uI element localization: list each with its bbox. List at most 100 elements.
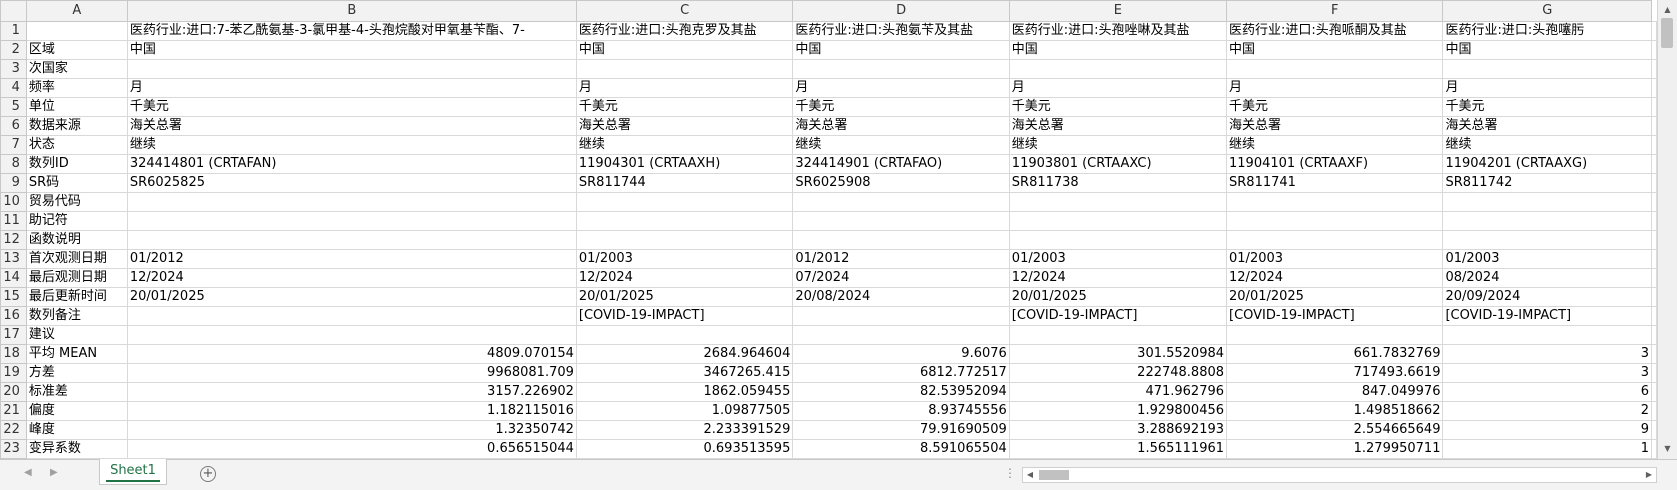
cell-f[interactable]: 中国: [1226, 40, 1444, 60]
cell-e[interactable]: 1.565111961: [1008, 439, 1228, 459]
cell-c[interactable]: [COVID-19-IMPACT]: [575, 306, 794, 326]
row-header[interactable]: 12: [0, 230, 27, 250]
cell-e[interactable]: [1008, 230, 1228, 250]
cell-c[interactable]: 1862.059455: [575, 382, 794, 402]
cell-a-label[interactable]: 次国家: [25, 59, 128, 79]
horizontal-scroll-thumb[interactable]: [1039, 470, 1069, 480]
column-header-a[interactable]: A: [25, 0, 128, 22]
cell-h[interactable]: [1651, 287, 1657, 307]
cell-d[interactable]: 9.6076: [792, 344, 1010, 364]
cell-h[interactable]: [1651, 173, 1657, 193]
cell-c[interactable]: 01/2003: [575, 249, 794, 269]
cell-f[interactable]: SR811741: [1226, 173, 1444, 193]
cell-f[interactable]: 1.279950711: [1226, 439, 1444, 459]
cell-e[interactable]: [1008, 59, 1228, 79]
row-header[interactable]: 15: [0, 287, 27, 307]
cell-b[interactable]: 1.32350742: [126, 420, 577, 440]
cell-g[interactable]: 08/2024: [1442, 268, 1652, 288]
cell-a-label[interactable]: 标准差: [25, 382, 128, 402]
row-header[interactable]: 17: [0, 325, 27, 345]
cell-g[interactable]: [1442, 192, 1652, 212]
cell-f[interactable]: [1226, 325, 1444, 345]
cell-h[interactable]: [1651, 344, 1657, 364]
cell-b[interactable]: [126, 230, 577, 250]
cell-d[interactable]: 82.53952094: [792, 382, 1010, 402]
cell-d[interactable]: [792, 306, 1010, 326]
cell-g[interactable]: 9: [1442, 420, 1652, 440]
cell-b[interactable]: 324414801 (CRTAFAN): [126, 154, 577, 174]
cell-c[interactable]: 11904301 (CRTAAXH): [575, 154, 794, 174]
scroll-down-arrow-icon[interactable]: ▼: [1658, 441, 1677, 457]
sheet-tab-sheet1[interactable]: Sheet1: [99, 459, 167, 485]
cell-d[interactable]: 01/2012: [792, 249, 1010, 269]
row-header[interactable]: 8: [0, 154, 27, 174]
row-header[interactable]: 14: [0, 268, 27, 288]
column-header-f[interactable]: F: [1226, 0, 1444, 22]
cell-e[interactable]: 471.962796: [1008, 382, 1228, 402]
cell-g[interactable]: SR811742: [1442, 173, 1652, 193]
row-header[interactable]: 13: [0, 249, 27, 269]
cell-e[interactable]: 20/01/2025: [1008, 287, 1228, 307]
row-header[interactable]: 11: [0, 211, 27, 231]
column-header-c[interactable]: C: [575, 0, 794, 22]
cell-h[interactable]: [1651, 306, 1657, 326]
row-header[interactable]: 6: [0, 116, 27, 136]
cell-a-label[interactable]: 峰度: [25, 420, 128, 440]
cell-a-label[interactable]: 偏度: [25, 401, 128, 421]
cell-h[interactable]: [1651, 192, 1657, 212]
previous-sheet-arrow-icon[interactable]: ◀: [24, 467, 32, 478]
cell-g[interactable]: [1442, 59, 1652, 79]
cell-g[interactable]: 继续: [1442, 135, 1652, 155]
row-header[interactable]: 23: [0, 439, 27, 459]
cell-b[interactable]: [126, 306, 577, 326]
cell-f[interactable]: 01/2003: [1226, 249, 1444, 269]
cell-a-label[interactable]: SR码: [25, 173, 128, 193]
cell-a-label[interactable]: 平均 MEAN: [25, 344, 128, 364]
column-header-e[interactable]: E: [1008, 0, 1228, 22]
cell-e[interactable]: [1008, 192, 1228, 212]
cell-b[interactable]: 20/01/2025: [126, 287, 577, 307]
row-header[interactable]: 7: [0, 135, 27, 155]
cell-a-label[interactable]: 贸易代码: [25, 192, 128, 212]
row-header[interactable]: 10: [0, 192, 27, 212]
cell-b[interactable]: 01/2012: [126, 249, 577, 269]
cell-a-label[interactable]: 最后更新时间: [25, 287, 128, 307]
cell-g[interactable]: 01/2003: [1442, 249, 1652, 269]
cell-b[interactable]: 海关总署: [126, 116, 577, 136]
cell-b[interactable]: 医药行业:进口:7-苯乙酰氨基-3-氯甲基-4-头孢烷酸对甲氧基苄酯、7-: [126, 21, 577, 41]
cell-e[interactable]: 医药行业:进口:头孢唑啉及其盐: [1008, 21, 1228, 41]
cell-e[interactable]: 12/2024: [1008, 268, 1228, 288]
column-header-b[interactable]: B: [126, 0, 577, 22]
cell-f[interactable]: 2.554665649: [1226, 420, 1444, 440]
cell-g[interactable]: [1442, 325, 1652, 345]
next-sheet-arrow-icon[interactable]: ▶: [50, 467, 58, 478]
cell-b[interactable]: 12/2024: [126, 268, 577, 288]
cell-h[interactable]: [1651, 211, 1657, 231]
cell-d[interactable]: SR6025908: [792, 173, 1010, 193]
cell-d[interactable]: [792, 192, 1010, 212]
cell-e[interactable]: 11903801 (CRTAAXC): [1008, 154, 1228, 174]
cell-d[interactable]: 医药行业:进口:头孢氨苄及其盐: [792, 21, 1010, 41]
cell-h[interactable]: [1651, 439, 1657, 459]
cell-g[interactable]: 3: [1442, 363, 1652, 383]
cell-d[interactable]: [792, 325, 1010, 345]
cell-a-label[interactable]: 状态: [25, 135, 128, 155]
cell-g[interactable]: 3: [1442, 344, 1652, 364]
cell-d[interactable]: 20/08/2024: [792, 287, 1010, 307]
cell-d[interactable]: 中国: [792, 40, 1010, 60]
cell-b[interactable]: 继续: [126, 135, 577, 155]
cell-g[interactable]: 11904201 (CRTAAXG): [1442, 154, 1652, 174]
vertical-scrollbar[interactable]: ▲ ▼: [1657, 0, 1677, 459]
cell-d[interactable]: 千美元: [792, 97, 1010, 117]
cell-h[interactable]: [1651, 97, 1657, 117]
cell-f[interactable]: 1.498518662: [1226, 401, 1444, 421]
cell-f[interactable]: 847.049976: [1226, 382, 1444, 402]
cell-g[interactable]: 6: [1442, 382, 1652, 402]
cell-g[interactable]: 1: [1442, 439, 1652, 459]
cell-e[interactable]: 海关总署: [1008, 116, 1228, 136]
cell-c[interactable]: 中国: [575, 40, 794, 60]
cell-h[interactable]: [1651, 268, 1657, 288]
cell-b[interactable]: 9968081.709: [126, 363, 577, 383]
cell-e[interactable]: 301.5520984: [1008, 344, 1228, 364]
cell-h[interactable]: [1651, 40, 1657, 60]
